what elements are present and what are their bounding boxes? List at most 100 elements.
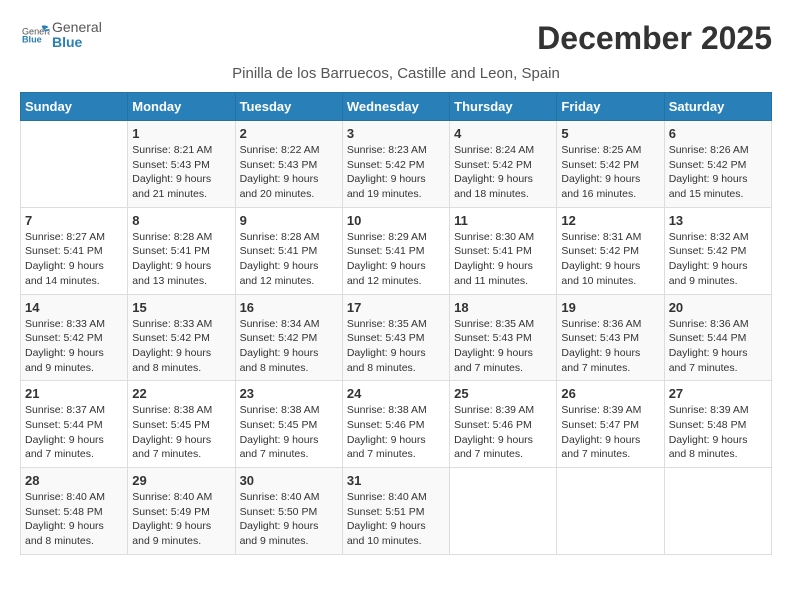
- col-sunday: Sunday: [21, 93, 128, 121]
- calendar-cell: 9 Sunrise: 8:28 AMSunset: 5:41 PMDayligh…: [235, 207, 342, 294]
- day-number: 8: [132, 213, 230, 228]
- day-number: 24: [347, 386, 445, 401]
- day-number: 12: [561, 213, 659, 228]
- logo: General Blue General Blue: [20, 20, 102, 51]
- day-info: Sunrise: 8:40 AMSunset: 5:48 PMDaylight:…: [25, 490, 123, 549]
- calendar-cell: 16 Sunrise: 8:34 AMSunset: 5:42 PMDaylig…: [235, 294, 342, 381]
- day-number: 13: [669, 213, 767, 228]
- col-saturday: Saturday: [664, 93, 771, 121]
- day-info: Sunrise: 8:24 AMSunset: 5:42 PMDaylight:…: [454, 143, 552, 202]
- calendar-cell: [664, 468, 771, 555]
- day-number: 11: [454, 213, 552, 228]
- day-info: Sunrise: 8:36 AMSunset: 5:44 PMDaylight:…: [669, 317, 767, 376]
- day-number: 5: [561, 126, 659, 141]
- calendar-cell: 25 Sunrise: 8:39 AMSunset: 5:46 PMDaylig…: [450, 381, 557, 468]
- day-number: 23: [240, 386, 338, 401]
- calendar-cell: [21, 121, 128, 208]
- calendar-cell: 17 Sunrise: 8:35 AMSunset: 5:43 PMDaylig…: [342, 294, 449, 381]
- svg-text:Blue: Blue: [22, 35, 42, 45]
- logo-blue: Blue: [52, 35, 102, 50]
- day-info: Sunrise: 8:23 AMSunset: 5:42 PMDaylight:…: [347, 143, 445, 202]
- day-number: 29: [132, 473, 230, 488]
- day-info: Sunrise: 8:38 AMSunset: 5:45 PMDaylight:…: [132, 403, 230, 462]
- day-number: 26: [561, 386, 659, 401]
- calendar-cell: 26 Sunrise: 8:39 AMSunset: 5:47 PMDaylig…: [557, 381, 664, 468]
- calendar-cell: 24 Sunrise: 8:38 AMSunset: 5:46 PMDaylig…: [342, 381, 449, 468]
- day-info: Sunrise: 8:39 AMSunset: 5:48 PMDaylight:…: [669, 403, 767, 462]
- day-number: 7: [25, 213, 123, 228]
- calendar-cell: 21 Sunrise: 8:37 AMSunset: 5:44 PMDaylig…: [21, 381, 128, 468]
- day-info: Sunrise: 8:40 AMSunset: 5:50 PMDaylight:…: [240, 490, 338, 549]
- day-number: 30: [240, 473, 338, 488]
- calendar-cell: 7 Sunrise: 8:27 AMSunset: 5:41 PMDayligh…: [21, 207, 128, 294]
- calendar-cell: 30 Sunrise: 8:40 AMSunset: 5:50 PMDaylig…: [235, 468, 342, 555]
- col-thursday: Thursday: [450, 93, 557, 121]
- day-number: 3: [347, 126, 445, 141]
- day-info: Sunrise: 8:34 AMSunset: 5:42 PMDaylight:…: [240, 317, 338, 376]
- day-number: 14: [25, 300, 123, 315]
- day-info: Sunrise: 8:31 AMSunset: 5:42 PMDaylight:…: [561, 230, 659, 289]
- day-info: Sunrise: 8:25 AMSunset: 5:42 PMDaylight:…: [561, 143, 659, 202]
- day-info: Sunrise: 8:39 AMSunset: 5:46 PMDaylight:…: [454, 403, 552, 462]
- header: General Blue General Blue December 2025: [20, 20, 772, 57]
- calendar-table: Sunday Monday Tuesday Wednesday Thursday…: [20, 92, 772, 555]
- day-number: 4: [454, 126, 552, 141]
- day-info: Sunrise: 8:37 AMSunset: 5:44 PMDaylight:…: [25, 403, 123, 462]
- calendar-cell: 11 Sunrise: 8:30 AMSunset: 5:41 PMDaylig…: [450, 207, 557, 294]
- calendar-cell: 22 Sunrise: 8:38 AMSunset: 5:45 PMDaylig…: [128, 381, 235, 468]
- day-info: Sunrise: 8:33 AMSunset: 5:42 PMDaylight:…: [132, 317, 230, 376]
- calendar-cell: 15 Sunrise: 8:33 AMSunset: 5:42 PMDaylig…: [128, 294, 235, 381]
- day-number: 31: [347, 473, 445, 488]
- day-number: 9: [240, 213, 338, 228]
- day-number: 6: [669, 126, 767, 141]
- calendar-cell: 27 Sunrise: 8:39 AMSunset: 5:48 PMDaylig…: [664, 381, 771, 468]
- day-info: Sunrise: 8:27 AMSunset: 5:41 PMDaylight:…: [25, 230, 123, 289]
- calendar-cell: 23 Sunrise: 8:38 AMSunset: 5:45 PMDaylig…: [235, 381, 342, 468]
- col-friday: Friday: [557, 93, 664, 121]
- calendar-cell: 2 Sunrise: 8:22 AMSunset: 5:43 PMDayligh…: [235, 121, 342, 208]
- day-number: 22: [132, 386, 230, 401]
- day-number: 15: [132, 300, 230, 315]
- calendar-cell: 6 Sunrise: 8:26 AMSunset: 5:42 PMDayligh…: [664, 121, 771, 208]
- day-info: Sunrise: 8:38 AMSunset: 5:45 PMDaylight:…: [240, 403, 338, 462]
- calendar-cell: [557, 468, 664, 555]
- day-info: Sunrise: 8:36 AMSunset: 5:43 PMDaylight:…: [561, 317, 659, 376]
- day-number: 16: [240, 300, 338, 315]
- calendar-cell: 18 Sunrise: 8:35 AMSunset: 5:43 PMDaylig…: [450, 294, 557, 381]
- day-info: Sunrise: 8:22 AMSunset: 5:43 PMDaylight:…: [240, 143, 338, 202]
- day-number: 25: [454, 386, 552, 401]
- col-monday: Monday: [128, 93, 235, 121]
- calendar-cell: [450, 468, 557, 555]
- logo-general: General: [52, 20, 102, 35]
- calendar-cell: 1 Sunrise: 8:21 AMSunset: 5:43 PMDayligh…: [128, 121, 235, 208]
- calendar-cell: 20 Sunrise: 8:36 AMSunset: 5:44 PMDaylig…: [664, 294, 771, 381]
- calendar-cell: 12 Sunrise: 8:31 AMSunset: 5:42 PMDaylig…: [557, 207, 664, 294]
- col-wednesday: Wednesday: [342, 93, 449, 121]
- day-info: Sunrise: 8:26 AMSunset: 5:42 PMDaylight:…: [669, 143, 767, 202]
- day-info: Sunrise: 8:30 AMSunset: 5:41 PMDaylight:…: [454, 230, 552, 289]
- day-number: 1: [132, 126, 230, 141]
- day-number: 19: [561, 300, 659, 315]
- calendar-cell: 13 Sunrise: 8:32 AMSunset: 5:42 PMDaylig…: [664, 207, 771, 294]
- day-info: Sunrise: 8:40 AMSunset: 5:51 PMDaylight:…: [347, 490, 445, 549]
- day-info: Sunrise: 8:28 AMSunset: 5:41 PMDaylight:…: [132, 230, 230, 289]
- day-number: 28: [25, 473, 123, 488]
- day-info: Sunrise: 8:33 AMSunset: 5:42 PMDaylight:…: [25, 317, 123, 376]
- day-number: 20: [669, 300, 767, 315]
- day-info: Sunrise: 8:29 AMSunset: 5:41 PMDaylight:…: [347, 230, 445, 289]
- calendar-cell: 4 Sunrise: 8:24 AMSunset: 5:42 PMDayligh…: [450, 121, 557, 208]
- calendar-cell: 8 Sunrise: 8:28 AMSunset: 5:41 PMDayligh…: [128, 207, 235, 294]
- day-info: Sunrise: 8:39 AMSunset: 5:47 PMDaylight:…: [561, 403, 659, 462]
- col-tuesday: Tuesday: [235, 93, 342, 121]
- day-number: 10: [347, 213, 445, 228]
- day-number: 2: [240, 126, 338, 141]
- calendar-cell: 10 Sunrise: 8:29 AMSunset: 5:41 PMDaylig…: [342, 207, 449, 294]
- page-title: December 2025: [537, 20, 772, 57]
- day-number: 27: [669, 386, 767, 401]
- day-number: 18: [454, 300, 552, 315]
- calendar-cell: 31 Sunrise: 8:40 AMSunset: 5:51 PMDaylig…: [342, 468, 449, 555]
- calendar-cell: 19 Sunrise: 8:36 AMSunset: 5:43 PMDaylig…: [557, 294, 664, 381]
- calendar-cell: 29 Sunrise: 8:40 AMSunset: 5:49 PMDaylig…: [128, 468, 235, 555]
- calendar-cell: 28 Sunrise: 8:40 AMSunset: 5:48 PMDaylig…: [21, 468, 128, 555]
- day-info: Sunrise: 8:40 AMSunset: 5:49 PMDaylight:…: [132, 490, 230, 549]
